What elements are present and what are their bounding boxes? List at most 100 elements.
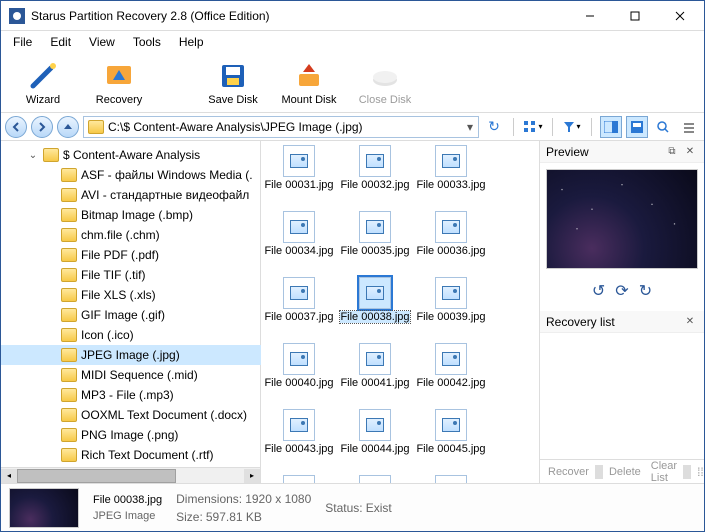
tree-item-label: Bitmap Image (.bmp) [81, 208, 193, 222]
status-filetype: JPEG Image [93, 510, 162, 522]
image-icon [435, 211, 467, 243]
tree-item[interactable]: GIF Image (.gif) [1, 305, 261, 325]
menu-edit[interactable]: Edit [42, 33, 79, 51]
file-item[interactable]: File 00042.jpg [413, 343, 489, 407]
recovery-list-close-button[interactable]: ✕ [682, 314, 698, 330]
tree-item[interactable]: MP3 - File (.mp3) [1, 385, 261, 405]
navbar: ▾ ↻ ▾ ▾ [1, 113, 704, 141]
file-item[interactable]: File 00038.jpg [337, 277, 413, 341]
menu-tools[interactable]: Tools [125, 33, 169, 51]
file-item[interactable]: File 00043.jpg [261, 409, 337, 473]
clear-list-button[interactable]: Clear List [647, 460, 681, 484]
tree-item[interactable]: Rich Text Document (.rtf) [1, 445, 261, 465]
preview-controls: ↺ ⟳ ↻ [540, 275, 704, 311]
file-name: File 00044.jpg [340, 443, 409, 455]
nav-up-button[interactable] [57, 116, 79, 138]
nav-forward-button[interactable] [31, 116, 53, 138]
nav-back-button[interactable] [5, 116, 27, 138]
file-grid[interactable]: File 00031.jpgFile 00032.jpgFile 00033.j… [261, 141, 539, 483]
menu-view[interactable]: View [81, 33, 123, 51]
file-item[interactable]: File 00044.jpg [337, 409, 413, 473]
tree-item-label: GIF Image (.gif) [81, 308, 165, 322]
save-disk-button[interactable]: Save Disk [199, 55, 267, 111]
tree-scrollbar[interactable]: ◂▸ [1, 467, 260, 483]
tree-item-label: File XLS (.xls) [81, 288, 156, 302]
options-button[interactable] [678, 116, 700, 138]
file-item[interactable]: File 00034.jpg [261, 211, 337, 275]
tree-item[interactable]: MIDI Sequence (.mid) [1, 365, 261, 385]
refresh-button[interactable]: ↻ [483, 116, 505, 138]
recovery-list-options-button[interactable]: ⁞⁞ [693, 465, 704, 479]
recover-button[interactable]: Recover [544, 466, 593, 478]
path-input[interactable] [108, 120, 462, 134]
tree-item[interactable]: File PDF (.pdf) [1, 245, 261, 265]
folder-icon [61, 388, 77, 402]
image-icon [435, 145, 467, 177]
file-item[interactable]: File 00047.jpg [337, 475, 413, 483]
tree-item[interactable]: ASF - файлы Windows Media (. [1, 165, 261, 185]
file-item[interactable]: File 00037.jpg [261, 277, 337, 341]
menu-help[interactable]: Help [171, 33, 212, 51]
save-disk-icon [217, 60, 249, 92]
image-icon [283, 145, 315, 177]
tree-item[interactable]: File TIF (.tif) [1, 265, 261, 285]
folder-icon [61, 448, 77, 462]
preview-popout-button[interactable]: ⧉ [664, 144, 680, 160]
file-item[interactable]: File 00041.jpg [337, 343, 413, 407]
tree-item[interactable]: PNG Image (.png) [1, 425, 261, 445]
image-icon [359, 211, 391, 243]
recovery-button[interactable]: Recovery [85, 55, 153, 111]
rotate-180-button[interactable]: ⟳ [615, 281, 628, 301]
file-name: File 00040.jpg [264, 377, 333, 389]
filter-button[interactable]: ▾ [561, 116, 583, 138]
app-icon [9, 8, 25, 24]
image-icon [283, 475, 315, 483]
tree-item[interactable]: Bitmap Image (.bmp) [1, 205, 261, 225]
recovery-list[interactable] [540, 333, 704, 459]
file-name: File 00038.jpg [340, 311, 409, 323]
mount-disk-button[interactable]: Mount Disk [275, 55, 343, 111]
path-box[interactable]: ▾ [83, 116, 479, 138]
file-item[interactable]: File 00046.jpg [261, 475, 337, 483]
tree-item-root[interactable]: ⌄$ Content-Aware Analysis [1, 145, 261, 165]
tree-item-label: chm.file (.chm) [81, 228, 160, 242]
tree-item-label: File PDF (.pdf) [81, 248, 159, 262]
minimize-button[interactable] [567, 2, 612, 30]
menu-file[interactable]: File [5, 33, 40, 51]
tree-item[interactable]: OOXML Text Document (.docx) [1, 405, 261, 425]
folder-icon [61, 208, 77, 222]
tree-item[interactable]: AVI - стандартные видеофайл [1, 185, 261, 205]
folder-icon [61, 328, 77, 342]
save-view-button[interactable] [626, 116, 648, 138]
chevron-down-icon[interactable]: ▾ [462, 120, 478, 134]
search-button[interactable] [652, 116, 674, 138]
file-name: File 00037.jpg [264, 311, 333, 323]
file-item[interactable]: File 00031.jpg [261, 145, 337, 209]
view-mode-button[interactable]: ▾ [522, 116, 544, 138]
tree-item[interactable]: chm.file (.chm) [1, 225, 261, 245]
status-thumbnail [9, 488, 79, 528]
file-item[interactable]: File 00035.jpg [337, 211, 413, 275]
tree-item[interactable]: Icon (.ico) [1, 325, 261, 345]
file-name: File 00034.jpg [264, 245, 333, 257]
image-icon [435, 277, 467, 309]
maximize-button[interactable] [612, 2, 657, 30]
file-item[interactable]: File 00039.jpg [413, 277, 489, 341]
folder-tree[interactable]: ⌄$ Content-Aware AnalysisASF - файлы Win… [1, 141, 261, 467]
file-item[interactable]: File 00032.jpg [337, 145, 413, 209]
tree-item[interactable]: File XLS (.xls) [1, 285, 261, 305]
close-button[interactable] [657, 2, 702, 30]
preview-close-button[interactable]: ✕ [682, 144, 698, 160]
file-item[interactable]: File 00045.jpg [413, 409, 489, 473]
preview-image [546, 169, 698, 269]
rotate-right-button[interactable]: ↻ [639, 281, 652, 301]
file-item[interactable]: File 00033.jpg [413, 145, 489, 209]
file-item[interactable]: File 00040.jpg [261, 343, 337, 407]
file-item[interactable]: File 00036.jpg [413, 211, 489, 275]
tree-item[interactable]: JPEG Image (.jpg) [1, 345, 261, 365]
file-item[interactable]: File 00048.jpg [413, 475, 489, 483]
delete-button[interactable]: Delete [605, 466, 645, 478]
preview-toggle-button[interactable] [600, 116, 622, 138]
rotate-left-button[interactable]: ↺ [592, 281, 605, 301]
wizard-button[interactable]: Wizard [9, 55, 77, 111]
